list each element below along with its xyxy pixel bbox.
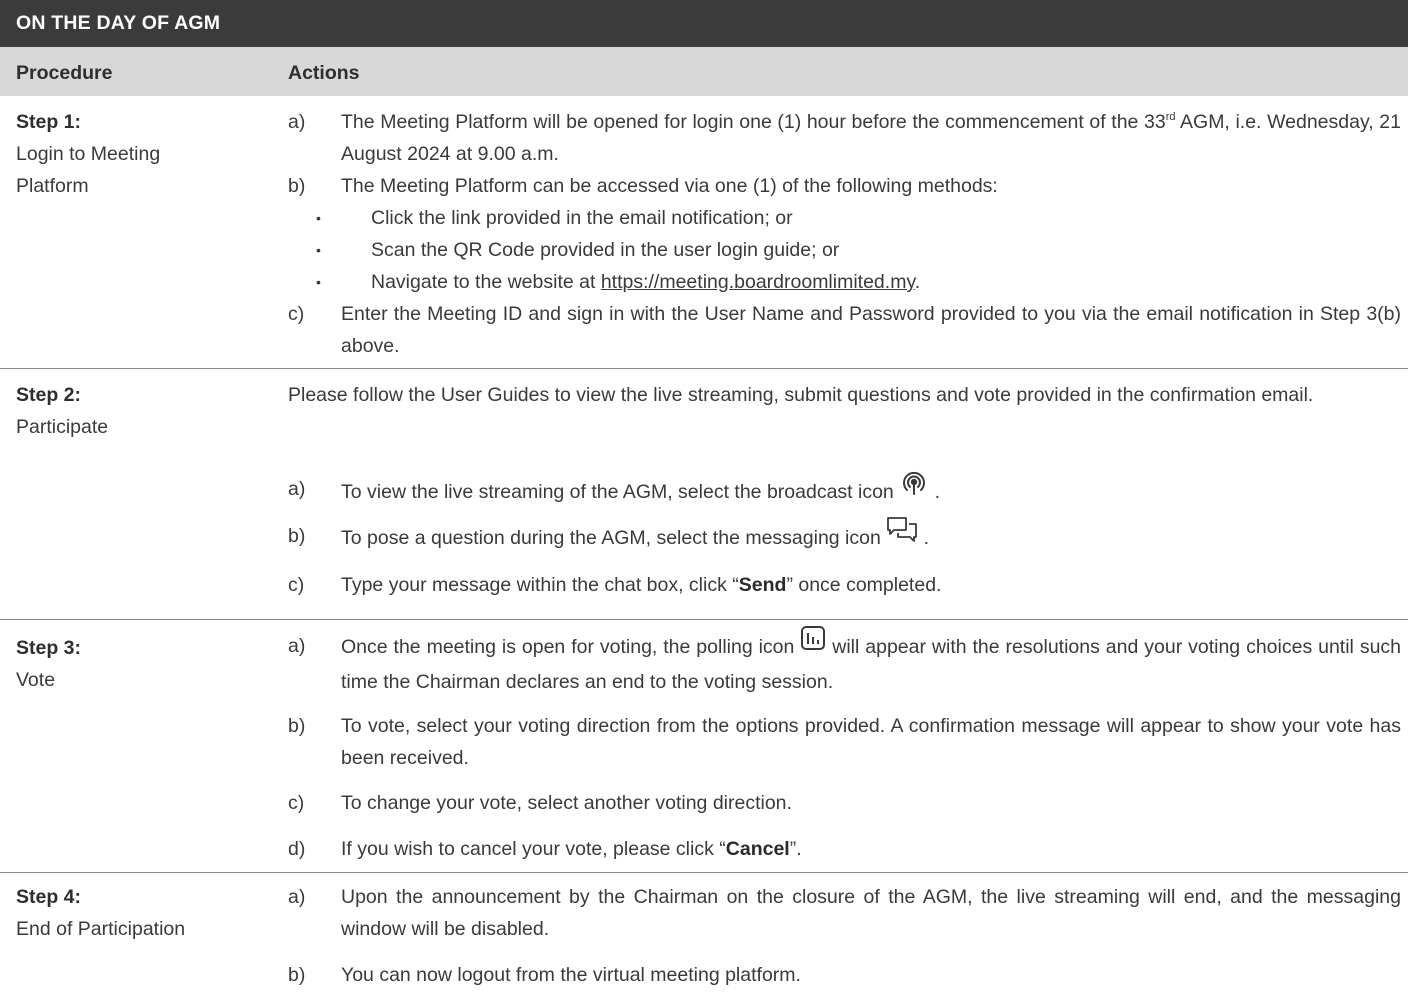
item-marker: d): [288, 838, 306, 860]
item-marker: a): [288, 635, 306, 657]
item-marker: b): [288, 715, 306, 737]
website-link[interactable]: https://meeting.boardroomlimited.my: [601, 271, 915, 293]
messaging-icon: [886, 515, 918, 553]
bullet-text-part: Navigate to the website at: [371, 271, 601, 293]
item-marker: c): [288, 792, 305, 814]
item-marker: c): [288, 574, 305, 596]
item-text: You can now logout from the virtual meet…: [341, 964, 801, 986]
step-label: Step 1:: [16, 111, 82, 133]
item-text-part: To view the live streaming of the AGM, s…: [341, 481, 894, 504]
item-text-part: .: [929, 481, 941, 504]
bullet-dot: •: [316, 274, 321, 290]
item-text-part: .: [918, 527, 930, 550]
table-row-step-4: Step 4: End of Participation a) Upon the…: [0, 873, 1408, 994]
item-text: To vote, select your voting direction fr…: [341, 715, 1401, 769]
broadcast-icon: [899, 468, 929, 508]
item-marker: b): [288, 525, 306, 547]
item-marker: c): [288, 303, 305, 325]
step-label: Step 4:: [16, 886, 82, 908]
item-text: If you wish to cancel your vote, please …: [341, 833, 1401, 865]
item-marker: a): [288, 478, 306, 500]
bullet-text-part: .: [914, 271, 921, 293]
cancel-keyword: Cancel: [725, 838, 790, 860]
procedure-column-header: Procedure: [16, 62, 113, 84]
item-marker: a): [288, 111, 306, 133]
step-description-line-1: Login to Meeting: [16, 143, 161, 165]
ordinal-suffix: rd: [1165, 110, 1176, 123]
item-text-part: ”.: [789, 838, 802, 860]
item-text-part: Type your message within the chat box, c…: [341, 574, 739, 596]
polling-icon: [800, 625, 826, 661]
item-text: Type your message within the chat box, c…: [341, 569, 1401, 601]
item-text: Upon the announcement by the Chairman on…: [341, 886, 1401, 940]
procedure-cell: Step 1: Login to Meeting Platform: [16, 106, 266, 202]
step-description-line-2: Platform: [16, 175, 89, 197]
table-header: Procedure Actions: [0, 47, 1408, 96]
procedure-cell: Step 2: Participate: [16, 379, 266, 443]
step-label: Step 2:: [16, 384, 82, 406]
bullet-text: Click the link provided in the email not…: [371, 207, 793, 229]
send-keyword: Send: [738, 574, 787, 596]
step-description: End of Participation: [16, 918, 186, 940]
procedure-cell: Step 3: Vote: [16, 632, 266, 696]
bullet-dot: •: [316, 210, 321, 226]
section-title: ON THE DAY OF AGM: [0, 0, 1408, 47]
item-marker: b): [288, 964, 306, 986]
item-text-part: ” once completed.: [786, 574, 942, 596]
item-text-part: The Meeting Platform will be opened for …: [341, 111, 1166, 133]
item-text: To view the live streaming of the AGM, s…: [341, 471, 1401, 513]
step-label: Step 3:: [16, 637, 82, 659]
item-marker: b): [288, 175, 306, 197]
item-text: The Meeting Platform will be opened for …: [341, 106, 1401, 170]
item-text: To pose a question during the AGM, selec…: [341, 517, 1401, 558]
item-text-part: If you wish to cancel your vote, please …: [341, 838, 726, 860]
item-text: The Meeting Platform can be accessed via…: [341, 175, 998, 197]
item-text-part: To pose a question during the AGM, selec…: [341, 527, 881, 550]
item-text: To change your vote, select another voti…: [341, 792, 792, 814]
item-text-part: Once the meeting is open for voting, the…: [341, 636, 795, 659]
bullet-text: Scan the QR Code provided in the user lo…: [371, 239, 840, 261]
item-text: Enter the Meeting ID and sign in with th…: [341, 303, 1401, 357]
table-row-step-2: Step 2: Participate Please follow the Us…: [0, 369, 1408, 620]
procedure-cell: Step 4: End of Participation: [16, 881, 266, 945]
table-row-step-3: Step 3: Vote a) Once the meeting is open…: [0, 620, 1408, 873]
bullet-dot: •: [316, 242, 321, 258]
actions-column-header: Actions: [288, 62, 360, 84]
step-description: Vote: [16, 669, 56, 691]
step-description: Participate: [16, 416, 109, 438]
bullet-text: Navigate to the website at https://meeti…: [371, 266, 920, 298]
item-text: Once the meeting is open for voting, the…: [341, 626, 1401, 698]
agm-procedure-page: ON THE DAY OF AGM Procedure Actions Step…: [0, 0, 1408, 994]
table-row-step-1: Step 1: Login to Meeting Platform a) The…: [0, 96, 1408, 369]
item-marker: a): [288, 886, 306, 908]
step-intro-text: Please follow the User Guides to view th…: [288, 384, 1314, 406]
